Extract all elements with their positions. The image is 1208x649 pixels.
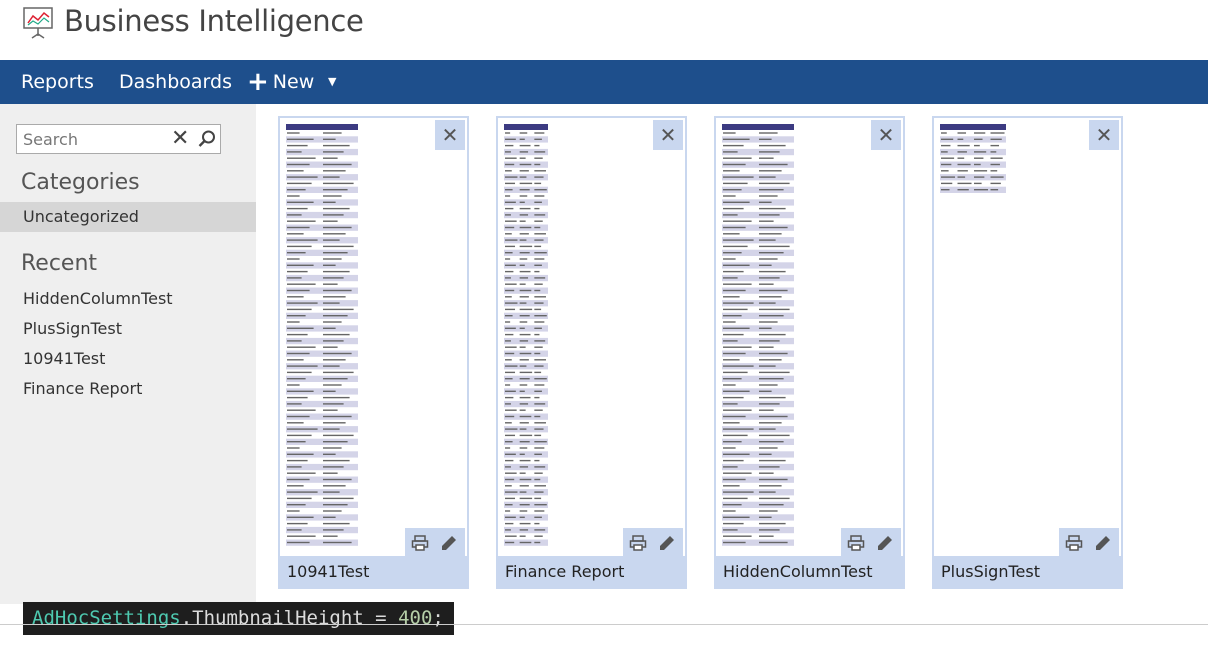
- app-header: Business Intelligence: [0, 0, 1208, 60]
- report-card[interactable]: ✕ HiddenColumnTest: [714, 116, 905, 589]
- search-icon[interactable]: [197, 129, 217, 149]
- code-snippet: AdHocSettings.ThumbnailHeight = 400;: [23, 602, 454, 635]
- recent-item[interactable]: HiddenColumnTest: [23, 289, 173, 308]
- close-icon[interactable]: ✕: [871, 120, 901, 150]
- recent-item[interactable]: Finance Report: [23, 379, 142, 398]
- recent-heading: Recent: [21, 251, 98, 276]
- print-icon[interactable]: [847, 534, 865, 552]
- caret-down-icon[interactable]: ▼: [328, 60, 336, 104]
- close-icon[interactable]: ✕: [435, 120, 465, 150]
- report-name[interactable]: 10941Test: [280, 556, 467, 587]
- pencil-icon[interactable]: [1094, 534, 1112, 552]
- nav-reports[interactable]: Reports: [21, 60, 94, 104]
- code-end: ;: [432, 607, 444, 629]
- top-navbar: Reports Dashboards + New ▼: [0, 60, 1208, 104]
- card-actions: [623, 528, 683, 558]
- report-card[interactable]: ✕ PlusSignTest: [932, 116, 1123, 589]
- pencil-icon[interactable]: [658, 534, 676, 552]
- close-icon[interactable]: ✕: [171, 127, 189, 151]
- plus-icon: +: [247, 67, 269, 97]
- report-thumbnail: [940, 124, 1006, 193]
- code-type: AdHocSettings: [32, 607, 181, 629]
- categories-heading: Categories: [21, 170, 140, 195]
- report-name[interactable]: HiddenColumnTest: [716, 556, 903, 587]
- card-actions: [841, 528, 901, 558]
- report-name[interactable]: PlusSignTest: [934, 556, 1121, 587]
- report-name[interactable]: Finance Report: [498, 556, 685, 587]
- report-thumbnail: [504, 124, 548, 546]
- card-actions: [1059, 528, 1119, 558]
- divider: [0, 624, 1208, 625]
- sidebar: ✕ Categories Uncategorized Recent Hidden…: [0, 104, 256, 604]
- close-icon[interactable]: ✕: [653, 120, 683, 150]
- app-title: Business Intelligence: [64, 4, 364, 38]
- close-icon[interactable]: ✕: [1089, 120, 1119, 150]
- recent-item[interactable]: 10941Test: [23, 349, 105, 368]
- search-input[interactable]: [23, 129, 163, 149]
- code-member: .ThumbnailHeight =: [180, 607, 399, 629]
- nav-new-label: New: [272, 71, 315, 93]
- nav-new-button[interactable]: + New: [247, 60, 314, 104]
- report-thumbnail: [286, 124, 358, 546]
- card-actions: [405, 528, 465, 558]
- report-card[interactable]: ✕ 10941Test: [278, 116, 469, 589]
- print-icon[interactable]: [411, 534, 429, 552]
- pencil-icon[interactable]: [876, 534, 894, 552]
- print-icon[interactable]: [629, 534, 647, 552]
- nav-dashboards[interactable]: Dashboards: [119, 60, 232, 104]
- category-item-uncategorized[interactable]: Uncategorized: [0, 202, 256, 232]
- pencil-icon[interactable]: [440, 534, 458, 552]
- recent-item[interactable]: PlusSignTest: [23, 319, 122, 338]
- presentation-board-icon: [23, 7, 53, 39]
- report-card[interactable]: ✕ Finance Report: [496, 116, 687, 589]
- report-thumbnail: [722, 124, 794, 546]
- code-value: 400: [398, 607, 433, 629]
- search-box: ✕: [16, 124, 221, 154]
- print-icon[interactable]: [1065, 534, 1083, 552]
